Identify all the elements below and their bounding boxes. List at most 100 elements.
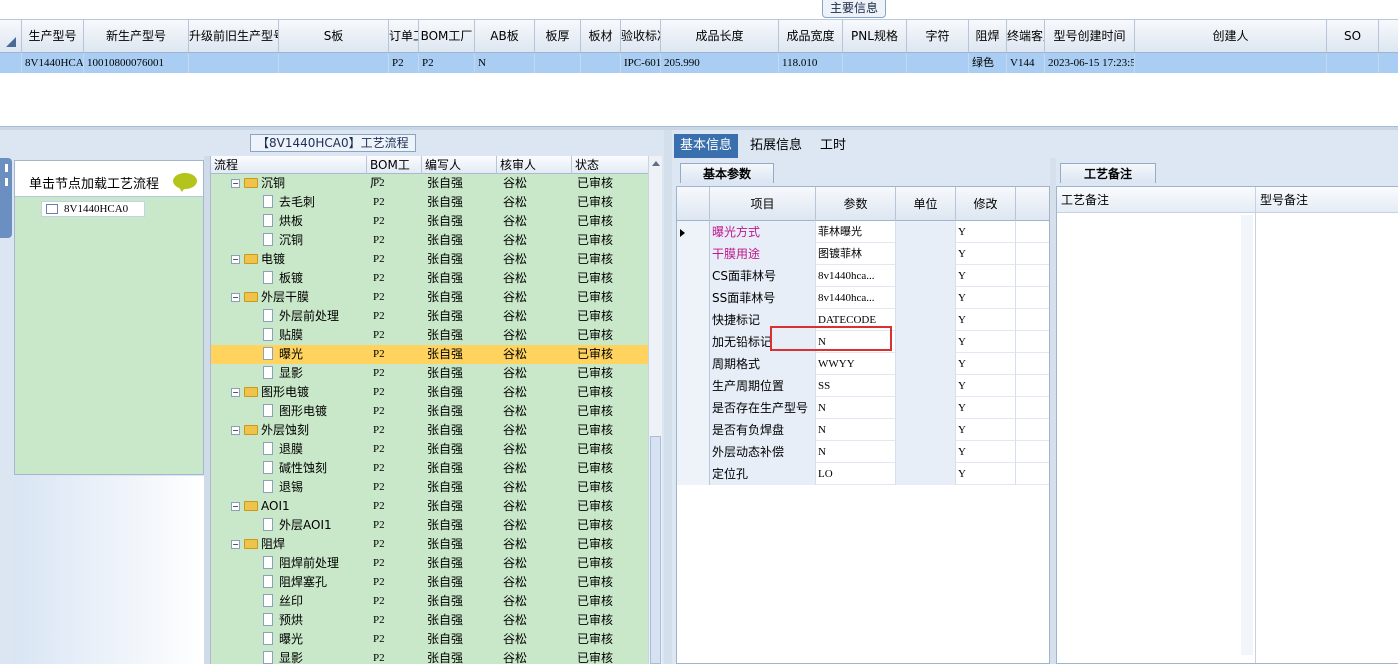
param-modify[interactable]: Y <box>956 375 1016 397</box>
param-unit[interactable] <box>896 309 956 331</box>
param-value[interactable]: 菲林曝光 <box>816 221 896 243</box>
grid-cell[interactable] <box>581 53 621 73</box>
param-row-header[interactable] <box>677 221 710 243</box>
collapse-toggle-icon[interactable]: − <box>231 179 240 188</box>
collapse-toggle-icon[interactable]: − <box>231 540 240 549</box>
param-value[interactable]: N <box>816 441 896 463</box>
flow-row[interactable]: − AOI1 P2 张自强 谷松 已审核 <box>211 497 662 516</box>
model-note-area[interactable] <box>1255 213 1398 663</box>
grid-col-header[interactable]: BOM工厂 <box>419 20 475 52</box>
grid-col-header[interactable]: AB板 <box>475 20 535 52</box>
param-unit[interactable] <box>896 353 956 375</box>
note-tab[interactable]: 工艺备注 <box>1060 163 1156 183</box>
flow-row[interactable]: 预烘 P2 张自强 谷松 已审核 <box>211 611 662 630</box>
flow-col-name[interactable]: 流程 <box>211 156 367 174</box>
param-unit[interactable] <box>896 243 956 265</box>
param-row-header[interactable] <box>677 265 710 287</box>
param-unit[interactable] <box>896 375 956 397</box>
grid-col-header[interactable]: PNL规格 <box>843 20 907 52</box>
grid-cell[interactable] <box>189 53 279 73</box>
param-unit[interactable] <box>896 397 956 419</box>
flow-row[interactable]: − 外层蚀刻 P2 张自强 谷松 已审核 <box>211 421 662 440</box>
grid-cell[interactable]: 205.990 <box>661 53 779 73</box>
grid-cell[interactable] <box>843 53 907 73</box>
flow-row[interactable]: − 沉铜 P2 张自强 谷松 已审核 <box>211 174 662 193</box>
grid-cell[interactable]: IPC-6012 Ⅱ级 <box>621 53 661 73</box>
grid-col-header[interactable]: 型号创建时间 <box>1045 20 1135 52</box>
param-row[interactable]: 外层动态补偿 N Y <box>677 441 1049 463</box>
param-value[interactable]: WWYY <box>816 353 896 375</box>
param-row-header[interactable] <box>677 463 710 485</box>
param-corner[interactable] <box>677 187 710 221</box>
grid-col-header[interactable]: 生产型号 <box>22 20 84 52</box>
param-row-header[interactable] <box>677 419 710 441</box>
param-tab[interactable]: 基本参数 <box>680 163 774 183</box>
flow-row[interactable]: 退膜 P2 张自强 谷松 已审核 <box>211 440 662 459</box>
param-value[interactable]: 8v1440hca... <box>816 287 896 309</box>
param-unit[interactable] <box>896 441 956 463</box>
param-modify[interactable]: Y <box>956 309 1016 331</box>
grid-col-header[interactable]: 板材 <box>581 20 621 52</box>
grid-cell[interactable] <box>535 53 581 73</box>
flow-row[interactable]: 板镀 P2 张自强 谷松 已审核 <box>211 269 662 288</box>
param-unit[interactable] <box>896 221 956 243</box>
param-row[interactable]: 曝光方式 菲林曝光 Y <box>677 221 1049 243</box>
param-modify[interactable]: Y <box>956 441 1016 463</box>
main-info-tab[interactable]: 主要信息 <box>822 0 886 18</box>
flow-col-status[interactable]: 状态 <box>572 156 649 174</box>
param-unit[interactable] <box>896 463 956 485</box>
param-row[interactable]: CS面菲林号 8v1440hca... Y <box>677 265 1049 287</box>
param-unit[interactable] <box>896 287 956 309</box>
grid-cell[interactable]: 118.010 <box>779 53 843 73</box>
tab-extended-info[interactable]: 拓展信息 <box>744 134 808 158</box>
grid-cell[interactable] <box>907 53 969 73</box>
param-row-header[interactable] <box>677 243 710 265</box>
flow-row[interactable]: 贴膜 P2 张自强 谷松 已审核 <box>211 326 662 345</box>
scroll-thumb[interactable] <box>650 436 661 664</box>
grid-col-header[interactable]: 成品长度 <box>661 20 779 52</box>
param-modify[interactable]: Y <box>956 397 1016 419</box>
tab-work-hours[interactable]: 工时 <box>814 134 852 158</box>
grid-row-header[interactable] <box>0 53 22 73</box>
grid-col-header[interactable]: SO <box>1327 20 1379 52</box>
param-row-header[interactable] <box>677 397 710 419</box>
grid-cell[interactable]: P2 <box>389 53 419 73</box>
grid-row[interactable]: 8V1440HCA010010800076001P2P2NIPC-6012 Ⅱ级… <box>0 53 1398 73</box>
flow-row[interactable]: 显影 P2 张自强 谷松 已审核 <box>211 364 662 383</box>
param-value[interactable]: N <box>816 419 896 441</box>
collapse-toggle-icon[interactable]: − <box>231 293 240 302</box>
flow-row[interactable]: 沉铜 P2 张自强 谷松 已审核 <box>211 231 662 250</box>
node-checkbox[interactable] <box>46 204 58 214</box>
flow-row[interactable]: 阻焊塞孔 P2 张自强 谷松 已审核 <box>211 573 662 592</box>
param-row-header[interactable] <box>677 287 710 309</box>
grid-cell[interactable] <box>279 53 389 73</box>
param-modify[interactable]: Y <box>956 221 1016 243</box>
param-value[interactable]: SS <box>816 375 896 397</box>
grid-corner[interactable] <box>0 20 22 53</box>
grid-cell[interactable]: P2 <box>419 53 475 73</box>
param-modify[interactable]: Y <box>956 463 1016 485</box>
param-col-unit[interactable]: 单位 <box>896 187 956 221</box>
param-col-modify[interactable]: 修改 <box>956 187 1016 221</box>
param-unit[interactable] <box>896 331 956 353</box>
param-col-value[interactable]: 参数 <box>816 187 896 221</box>
flow-row[interactable]: 外层AOI1 P2 张自强 谷松 已审核 <box>211 516 662 535</box>
flow-row[interactable]: 曝光 P2 张自强 谷松 已审核 <box>211 345 662 364</box>
param-row-header[interactable] <box>677 353 710 375</box>
collapse-toggle-icon[interactable]: − <box>231 426 240 435</box>
grid-col-header[interactable]: 板厚 <box>535 20 581 52</box>
param-row[interactable]: 是否存在生产型号 N Y <box>677 397 1049 419</box>
param-modify[interactable]: Y <box>956 353 1016 375</box>
param-row[interactable]: SS面菲林号 8v1440hca... Y <box>677 287 1049 309</box>
grid-cell[interactable]: N <box>475 53 535 73</box>
grid-cell[interactable]: 2023-06-15 17:23:55 <box>1045 53 1135 73</box>
flow-col-factory[interactable]: BOM工厂 <box>367 156 422 190</box>
param-value[interactable]: LO <box>816 463 896 485</box>
param-row-header[interactable] <box>677 309 710 331</box>
param-row-header[interactable] <box>677 375 710 397</box>
param-row[interactable]: 是否有负焊盘 N Y <box>677 419 1049 441</box>
grid-cell[interactable]: 10010800076001 <box>84 53 189 73</box>
collapse-toggle-icon[interactable]: − <box>231 502 240 511</box>
grid-col-header[interactable]: 订单工厂 <box>389 20 419 52</box>
middle-vertical-splitter[interactable] <box>664 130 672 664</box>
